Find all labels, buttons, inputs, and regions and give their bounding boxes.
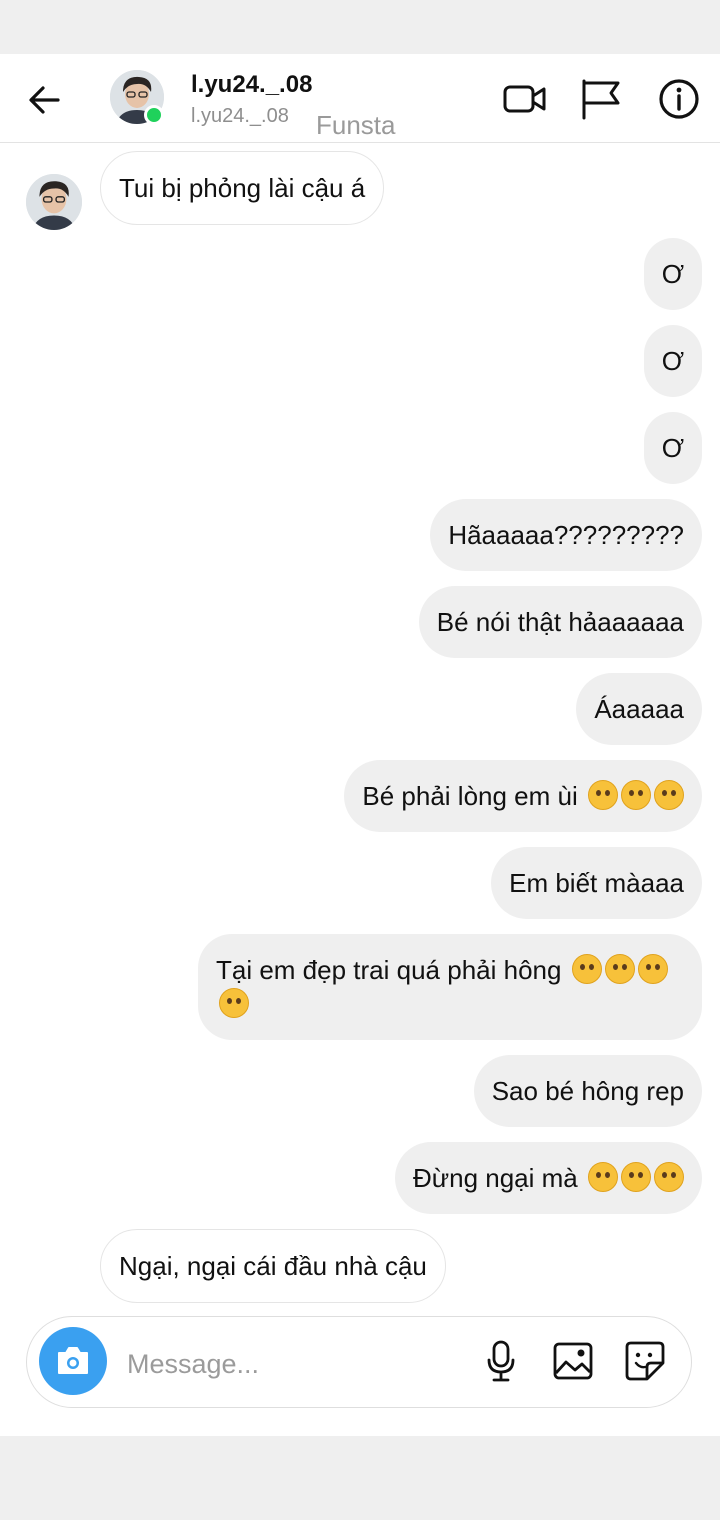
message-bubble-incoming[interactable]: Tui bị phỏng lài cậu á bbox=[100, 151, 385, 225]
pleading-face-emoji bbox=[654, 780, 684, 810]
kissing-face-emoji bbox=[571, 954, 602, 984]
message-composer bbox=[26, 1316, 692, 1408]
message-bubble-outgoing[interactable]: Bé phải lòng em ùi bbox=[344, 760, 702, 832]
chat-header: l.yu24._.08 l.yu24._.08 Funsta bbox=[0, 54, 720, 143]
sticker-icon[interactable] bbox=[623, 1339, 667, 1383]
message-text: Ơ bbox=[661, 433, 684, 463]
header-username: l.yu24._.08 bbox=[191, 105, 289, 127]
message-bubble-outgoing[interactable]: Ơ bbox=[643, 325, 702, 397]
message-bubble-incoming[interactable]: Ngại, ngại cái đầu nhà cậu bbox=[100, 1229, 446, 1303]
message-text: Tui bị phỏng lài cậu á bbox=[119, 173, 366, 203]
message-text: Sao bé hông rep bbox=[491, 1076, 684, 1106]
message-text: Bé phải lòng em ùi bbox=[362, 781, 578, 811]
message-text: Ơ bbox=[661, 346, 684, 376]
message-bubble-outgoing[interactable]: Bé nói thật hảaaaaaa bbox=[418, 586, 702, 658]
camera-icon bbox=[58, 1347, 88, 1374]
online-status-dot bbox=[144, 105, 164, 125]
chat-screen: l.yu24._.08 l.yu24._.08 Funsta Tui bị ph… bbox=[0, 54, 720, 1436]
back-arrow-icon[interactable] bbox=[24, 80, 64, 120]
camera-button[interactable] bbox=[39, 1327, 107, 1395]
message-bubble-outgoing[interactable]: Em biết màaaa bbox=[491, 847, 702, 919]
kissing-closed-eyes-face-emoji bbox=[621, 1162, 651, 1192]
kissing-closed-eyes-face-emoji bbox=[588, 1162, 618, 1192]
kissing-face-emoji bbox=[604, 954, 635, 984]
message-bubble-outgoing[interactable]: Sao bé hông rep bbox=[473, 1055, 702, 1127]
message-bubble-outgoing[interactable]: Ơ bbox=[643, 412, 702, 484]
message-bubble-outgoing[interactable]: Tại em đẹp trai quá phải hông bbox=[198, 934, 702, 1040]
info-icon[interactable] bbox=[656, 76, 702, 122]
message-text: Đừng ngại mà bbox=[412, 1163, 578, 1193]
header-tag: Funsta bbox=[316, 110, 396, 140]
kissing-closed-eyes-face-emoji bbox=[654, 1162, 684, 1192]
message-text: Ngại, ngại cái đầu nhà cậu bbox=[119, 1251, 427, 1281]
image-icon[interactable] bbox=[551, 1339, 595, 1383]
flag-icon[interactable] bbox=[578, 76, 624, 122]
message-text: Tại em đẹp trai quá phải hông bbox=[216, 955, 562, 985]
sender-avatar[interactable] bbox=[26, 174, 82, 230]
header-display-name[interactable]: l.yu24._.08 bbox=[191, 71, 312, 99]
video-camera-icon[interactable] bbox=[502, 76, 548, 122]
message-bubble-outgoing[interactable]: Đừng ngại mà bbox=[394, 1142, 702, 1214]
message-text: Em biết màaaa bbox=[509, 868, 684, 898]
message-bubble-outgoing[interactable]: Ơ bbox=[643, 238, 702, 310]
microphone-icon[interactable] bbox=[479, 1339, 523, 1383]
message-bubble-outgoing[interactable]: Hãaaaaa????????? bbox=[430, 499, 702, 571]
pleading-face-emoji bbox=[588, 780, 618, 810]
message-bubble-outgoing[interactable]: Áaaaaa bbox=[576, 673, 702, 745]
kissing-face-emoji bbox=[637, 954, 668, 984]
pleading-face-emoji bbox=[621, 780, 651, 810]
message-text: Bé nói thật hảaaaaaa bbox=[436, 607, 684, 637]
message-text: Hãaaaaa????????? bbox=[448, 520, 684, 550]
message-text: Ơ bbox=[661, 259, 684, 289]
message-input[interactable] bbox=[125, 1345, 459, 1383]
kissing-face-emoji bbox=[219, 988, 249, 1018]
message-text: Áaaaaa bbox=[594, 694, 684, 724]
